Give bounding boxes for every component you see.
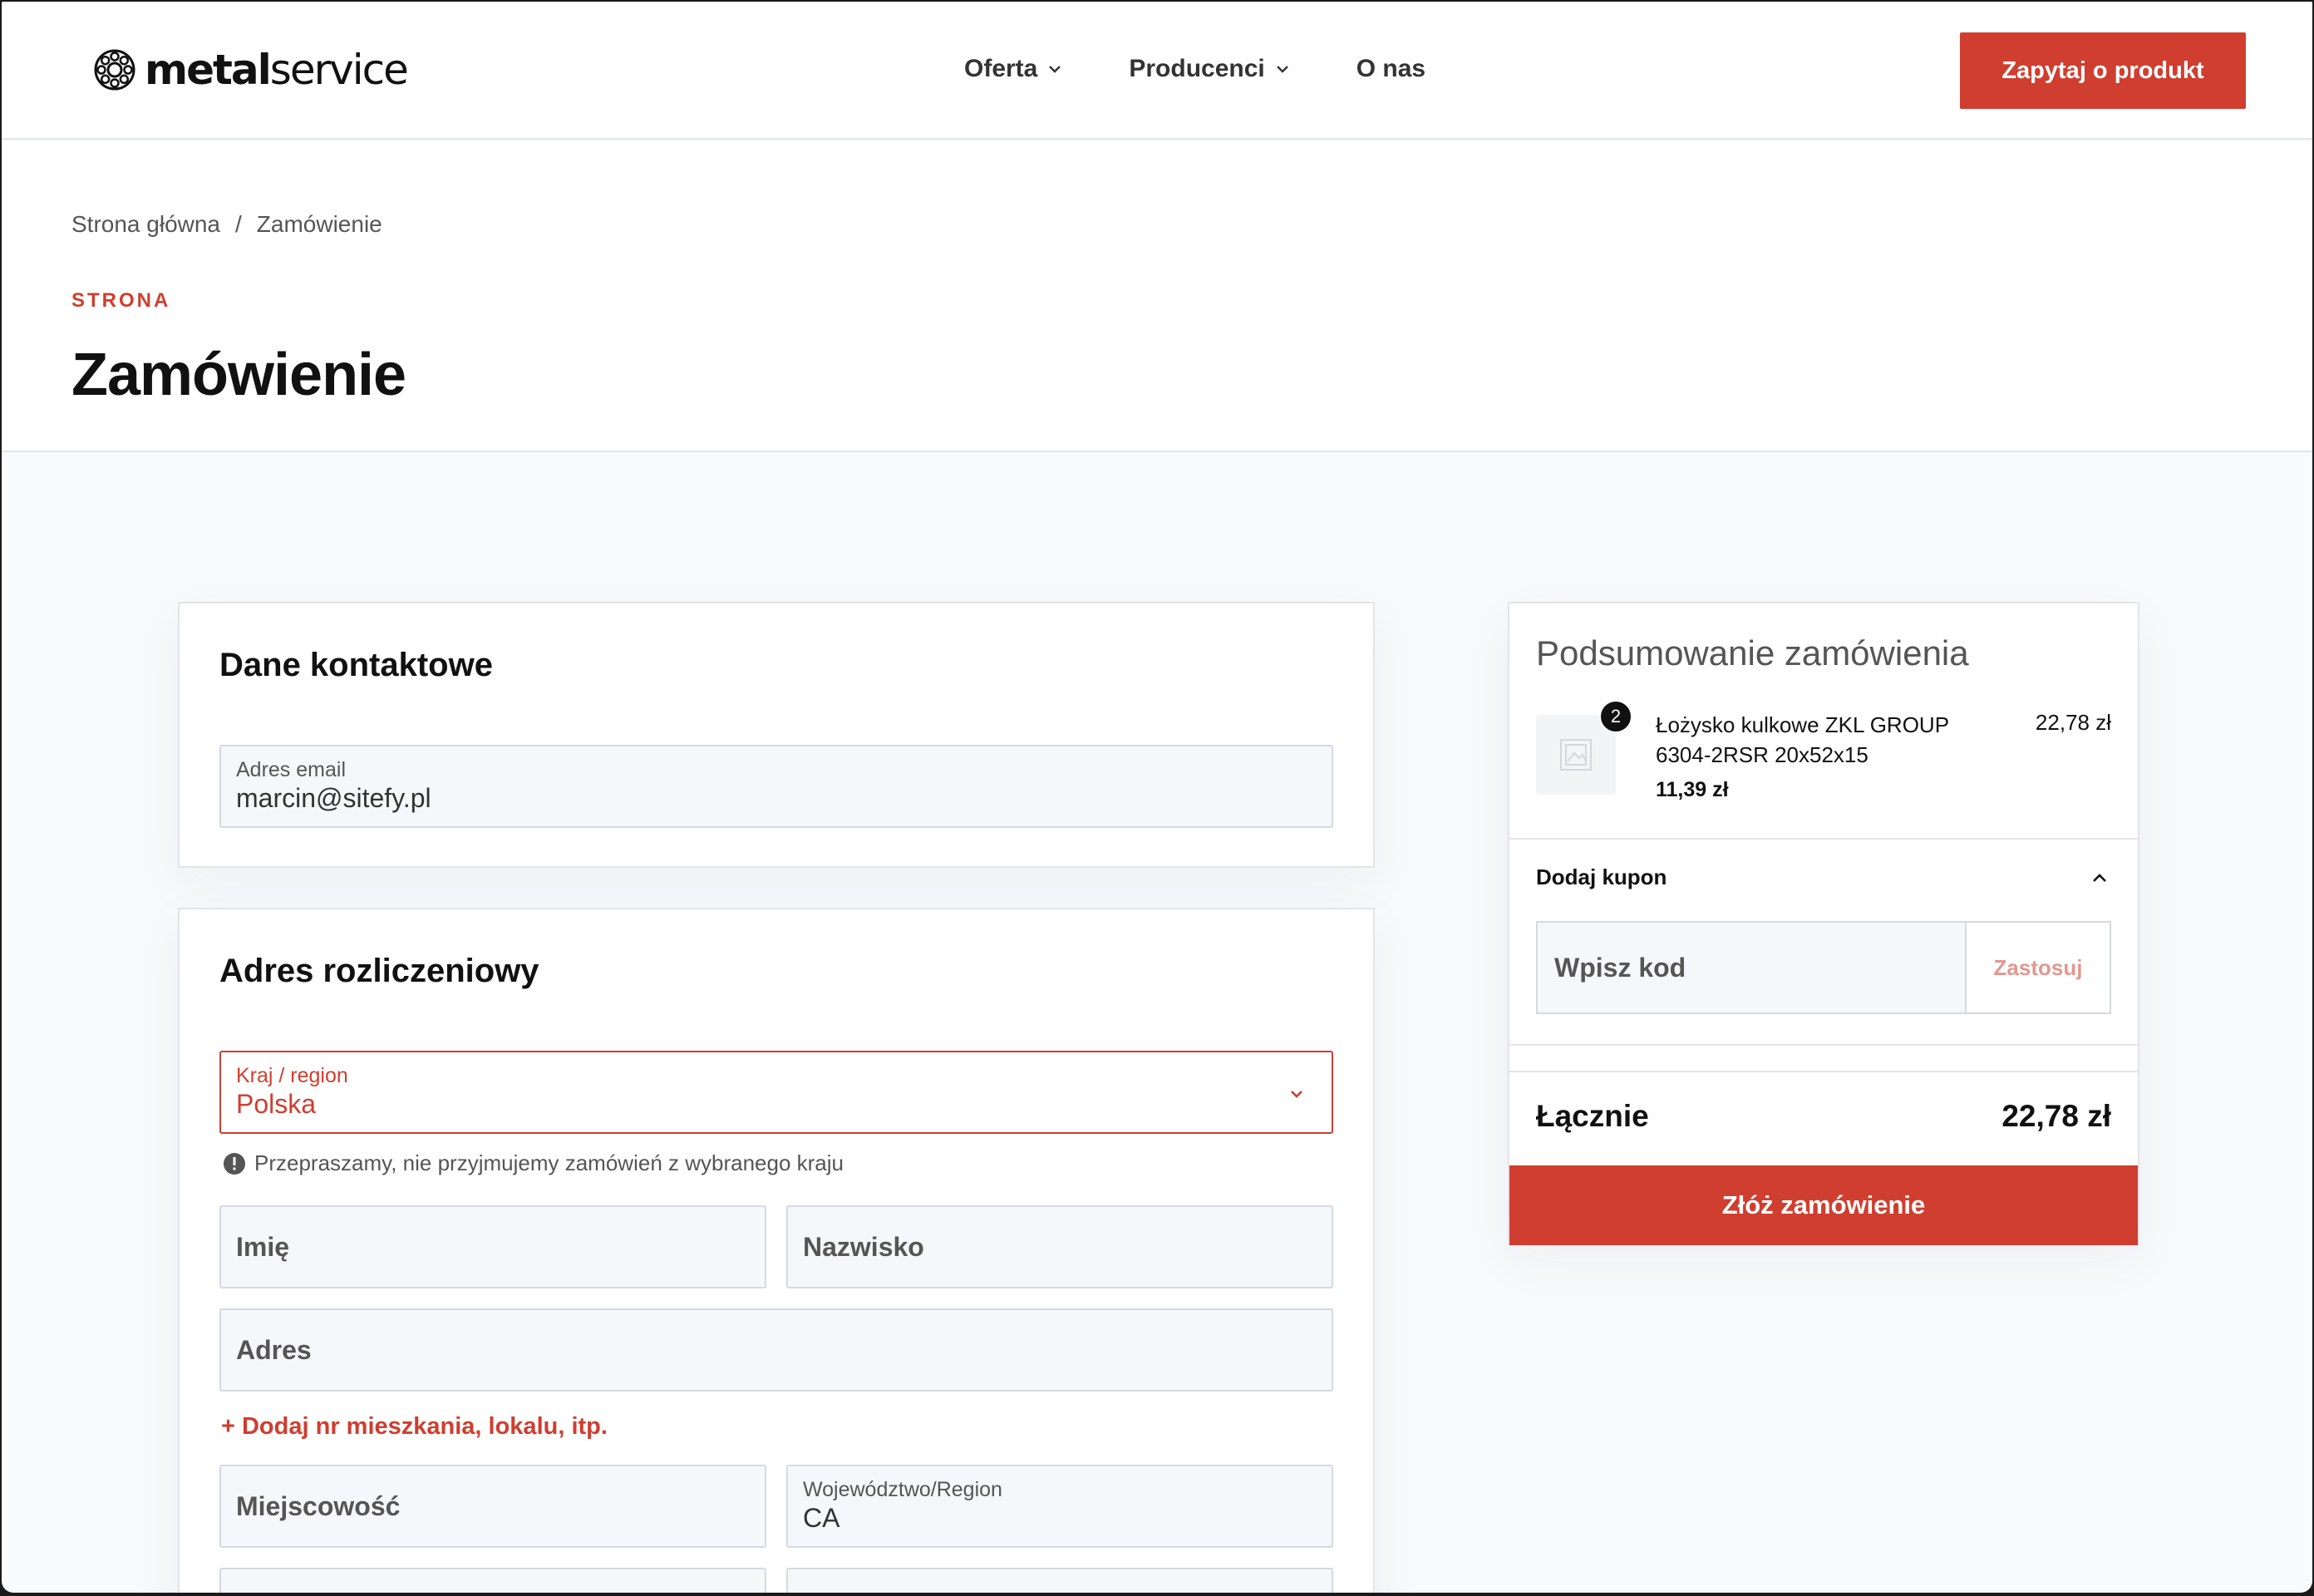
nav-item-oferta[interactable]: Oferta <box>964 55 1062 83</box>
last-name-placeholder: Nazwisko <box>803 1231 924 1262</box>
country-label: Kraj / region <box>236 1064 348 1087</box>
coupon-heading[interactable]: Dodaj kupon <box>1536 864 1667 890</box>
country-error-message: Przepraszamy, nie przyjmujemy zamówień z… <box>223 1150 844 1176</box>
region-input[interactable]: Województwo/Region CA <box>786 1465 1333 1548</box>
order-summary-card: Podsumowanie zamówienia 2 Łożysko kulkow… <box>1508 602 2139 1245</box>
email-label: Adres email <box>236 758 346 781</box>
chevron-up-icon[interactable] <box>2090 868 2110 888</box>
page-eyebrow: STRONA <box>71 289 171 312</box>
page-header: Strona główna / Zamówienie STRONA Zamówi… <box>2 141 2312 452</box>
chevron-down-icon <box>1291 1091 1302 1098</box>
breadcrumb-separator: / <box>235 211 242 237</box>
image-placeholder-icon <box>1560 739 1592 771</box>
logo-text: metalservice <box>145 46 409 94</box>
last-name-input[interactable]: Nazwisko <box>786 1205 1333 1288</box>
coupon-form: Wpisz kod Zastosuj <box>1536 921 2111 1014</box>
total-label: Łącznie <box>1536 1099 1649 1133</box>
first-name-placeholder: Imię <box>236 1231 290 1262</box>
billing-heading: Adres rozliczeniowy <box>219 953 539 989</box>
country-select[interactable]: Kraj / region Polska <box>219 1051 1333 1134</box>
nav-item-label: O nas <box>1356 55 1426 82</box>
breadcrumb: Strona główna / Zamówienie <box>71 211 382 238</box>
chevron-down-icon <box>1049 66 1061 73</box>
chevron-down-icon <box>1276 66 1288 73</box>
nav-item-o-nas[interactable]: O nas <box>1356 55 1425 83</box>
alert-icon <box>224 1152 245 1175</box>
logo[interactable]: metalservice <box>93 45 409 95</box>
region-label: Województwo/Region <box>803 1478 1002 1501</box>
nav-item-label: Oferta <box>964 55 1038 82</box>
country-value: Polska <box>236 1089 317 1119</box>
billing-card: Adres rozliczeniowy Kraj / region Polska… <box>178 908 1375 1593</box>
coupon-apply-button[interactable]: Zastosuj <box>1965 923 2110 1012</box>
first-name-input[interactable]: Imię <box>219 1205 766 1288</box>
divider <box>1509 1044 2138 1046</box>
product-name: Łożysko kulkowe ZKL GROUP 6304-2RSR 20x5… <box>1656 712 1949 767</box>
browser-viewport: metalservice Oferta Producenci O nas Zap… <box>2 2 2312 1593</box>
page-title: Zamówienie <box>71 342 406 408</box>
main-nav: Oferta Producenci O nas <box>964 55 1492 83</box>
order-summary-heading: Podsumowanie zamówienia <box>1536 633 1969 672</box>
phone-input[interactable] <box>786 1568 1333 1593</box>
quantity-badge: 2 <box>1599 700 1632 733</box>
breadcrumb-current: Zamówienie <box>256 211 382 237</box>
email-field[interactable]: Adres email marcin@sitefy.pl <box>219 745 1333 828</box>
country-error-text: Przepraszamy, nie przyjmujemy zamówień z… <box>254 1150 844 1175</box>
product-line-total: 22,78 zł <box>2035 710 2111 735</box>
divider <box>1509 838 2138 840</box>
postal-code-input[interactable] <box>219 1568 766 1593</box>
site-header: metalservice Oferta Producenci O nas Zap… <box>2 2 2312 140</box>
place-order-button[interactable]: Złóż zamówienie <box>1509 1165 2138 1245</box>
address-placeholder: Adres <box>236 1334 312 1365</box>
product-unit-price: 11,39 zł <box>1656 778 1729 801</box>
city-input[interactable]: Miejscowość <box>219 1465 766 1548</box>
add-apartment-link[interactable]: + Dodaj nr mieszkania, lokalu, itp. <box>221 1413 608 1441</box>
ask-about-product-button[interactable]: Zapytaj o produkt <box>1960 32 2246 109</box>
contact-heading: Dane kontaktowe <box>219 647 493 683</box>
nav-item-producenci[interactable]: Producenci <box>1129 55 1289 83</box>
bearing-logo-icon <box>94 49 135 91</box>
divider <box>1509 1071 2138 1072</box>
nav-item-label: Producenci <box>1129 55 1265 82</box>
region-value: CA <box>803 1503 840 1533</box>
coupon-code-input[interactable]: Wpisz kod <box>1554 923 1686 1012</box>
contact-card: Dane kontaktowe Adres email marcin@sitef… <box>178 602 1375 868</box>
address-input[interactable]: Adres <box>219 1308 1333 1392</box>
city-placeholder: Miejscowość <box>236 1490 401 1521</box>
breadcrumb-home-link[interactable]: Strona główna <box>71 211 220 238</box>
email-value: marcin@sitefy.pl <box>236 783 431 813</box>
total-value: 22,78 zł <box>2001 1099 2111 1133</box>
